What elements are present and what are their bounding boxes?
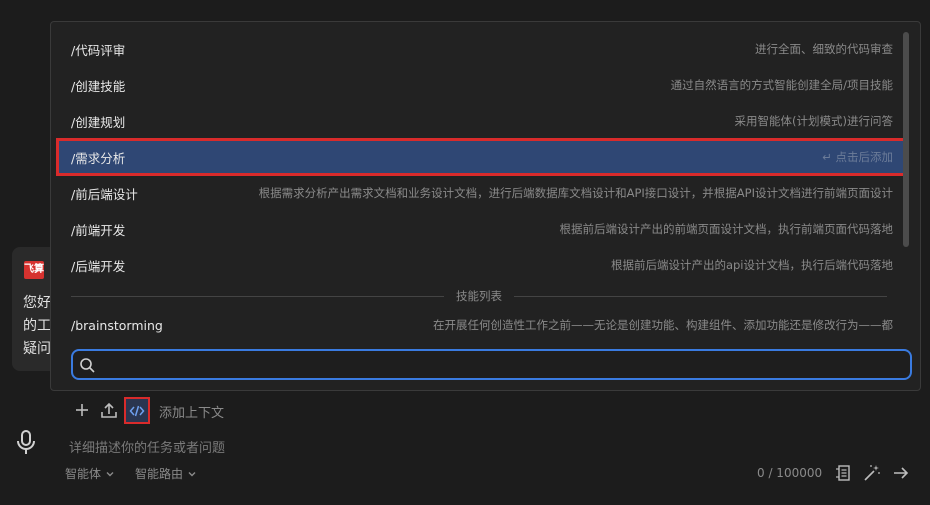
chevron-down-icon bbox=[106, 471, 114, 476]
command-description: 采用智能体(计划模式)进行问答 bbox=[734, 114, 893, 128]
agent-dropdown-label: 智能体 bbox=[65, 467, 102, 481]
command-name: /前端开发 bbox=[71, 222, 126, 238]
command-name: /后端开发 bbox=[71, 258, 126, 274]
skills-divider: 技能列表 bbox=[71, 288, 887, 304]
plus-icon[interactable] bbox=[72, 400, 92, 420]
command-name: /代码评审 bbox=[71, 42, 126, 58]
command-description: 根据需求分析产出需求文档和业务设计文档，进行后端数据库文档设计和API接口设计，… bbox=[258, 186, 893, 200]
command-item-create-skill[interactable]: /创建技能 通过自然语言的方式智能创建全局/项目技能 bbox=[57, 67, 907, 103]
command-name: /创建规划 bbox=[71, 114, 126, 130]
add-context-label[interactable]: 添加上下文 bbox=[159, 402, 224, 421]
char-counter: 0 / 100000 bbox=[757, 466, 823, 480]
chat-text-line: 您好 bbox=[23, 295, 51, 311]
command-name: /需求分析 bbox=[71, 150, 126, 166]
skill-description: 在开展任何创造性工作之前——无论是创建功能、构建组件、添加功能还是修改行为——都 bbox=[433, 318, 893, 332]
upload-icon[interactable] bbox=[99, 400, 119, 420]
code-context-button[interactable] bbox=[124, 397, 150, 424]
skill-name: /brainstorming bbox=[71, 317, 163, 333]
send-arrow-icon[interactable] bbox=[892, 464, 910, 482]
scrollbar[interactable] bbox=[903, 32, 909, 247]
command-item-code-review[interactable]: /代码评审 进行全面、细致的代码审查 bbox=[57, 31, 907, 67]
command-search bbox=[71, 349, 912, 380]
command-description: 进行全面、细致的代码审查 bbox=[755, 42, 893, 56]
chat-text-line: 疑问 bbox=[23, 341, 51, 357]
microphone-icon[interactable] bbox=[12, 428, 40, 456]
search-input[interactable] bbox=[103, 354, 903, 376]
document-icon[interactable] bbox=[835, 464, 853, 482]
command-description: 通过自然语言的方式智能创建全局/项目技能 bbox=[670, 78, 893, 92]
magic-wand-icon[interactable] bbox=[863, 464, 881, 482]
command-description: 根据前后端设计产出的api设计文档，执行后端代码落地 bbox=[610, 258, 893, 272]
command-name: /前后端设计 bbox=[71, 186, 138, 202]
command-popup: /代码评审 进行全面、细致的代码审查 /创建技能 通过自然语言的方式智能创建全局… bbox=[50, 21, 921, 391]
command-description: 根据前后端设计产出的前端页面设计文档，执行前端页面代码落地 bbox=[559, 222, 894, 236]
command-item-create-plan[interactable]: /创建规划 采用智能体(计划模式)进行问答 bbox=[57, 103, 907, 139]
search-icon bbox=[80, 358, 95, 373]
skill-item-brainstorming[interactable]: /brainstorming 在开展任何创造性工作之前——无论是创建功能、构建组… bbox=[57, 307, 907, 343]
route-dropdown[interactable]: 智能路由 bbox=[135, 465, 197, 482]
agent-dropdown[interactable]: 智能体 bbox=[65, 465, 115, 482]
task-input[interactable]: 详细描述你的任务或者问题 bbox=[69, 437, 225, 456]
route-dropdown-label: 智能路由 bbox=[135, 467, 184, 481]
logo-icon: 飞算 bbox=[24, 261, 44, 279]
command-item-backend-dev[interactable]: /后端开发 根据前后端设计产出的api设计文档，执行后端代码落地 bbox=[57, 247, 907, 283]
command-item-requirement-analysis[interactable]: /需求分析 ↵ 点击后添加 bbox=[56, 138, 908, 176]
command-name: /创建技能 bbox=[71, 78, 126, 94]
chevron-down-icon bbox=[188, 471, 196, 476]
command-item-frontend-dev[interactable]: /前端开发 根据前后端设计产出的前端页面设计文档，执行前端页面代码落地 bbox=[57, 211, 907, 247]
enter-hint: ↵ 点击后添加 bbox=[822, 150, 893, 164]
skills-divider-label: 技能列表 bbox=[456, 289, 502, 303]
code-icon bbox=[129, 405, 145, 416]
command-item-fullstack-design[interactable]: /前后端设计 根据需求分析产出需求文档和业务设计文档，进行后端数据库文档设计和A… bbox=[57, 175, 907, 211]
chat-text-line: 的工 bbox=[23, 318, 51, 334]
